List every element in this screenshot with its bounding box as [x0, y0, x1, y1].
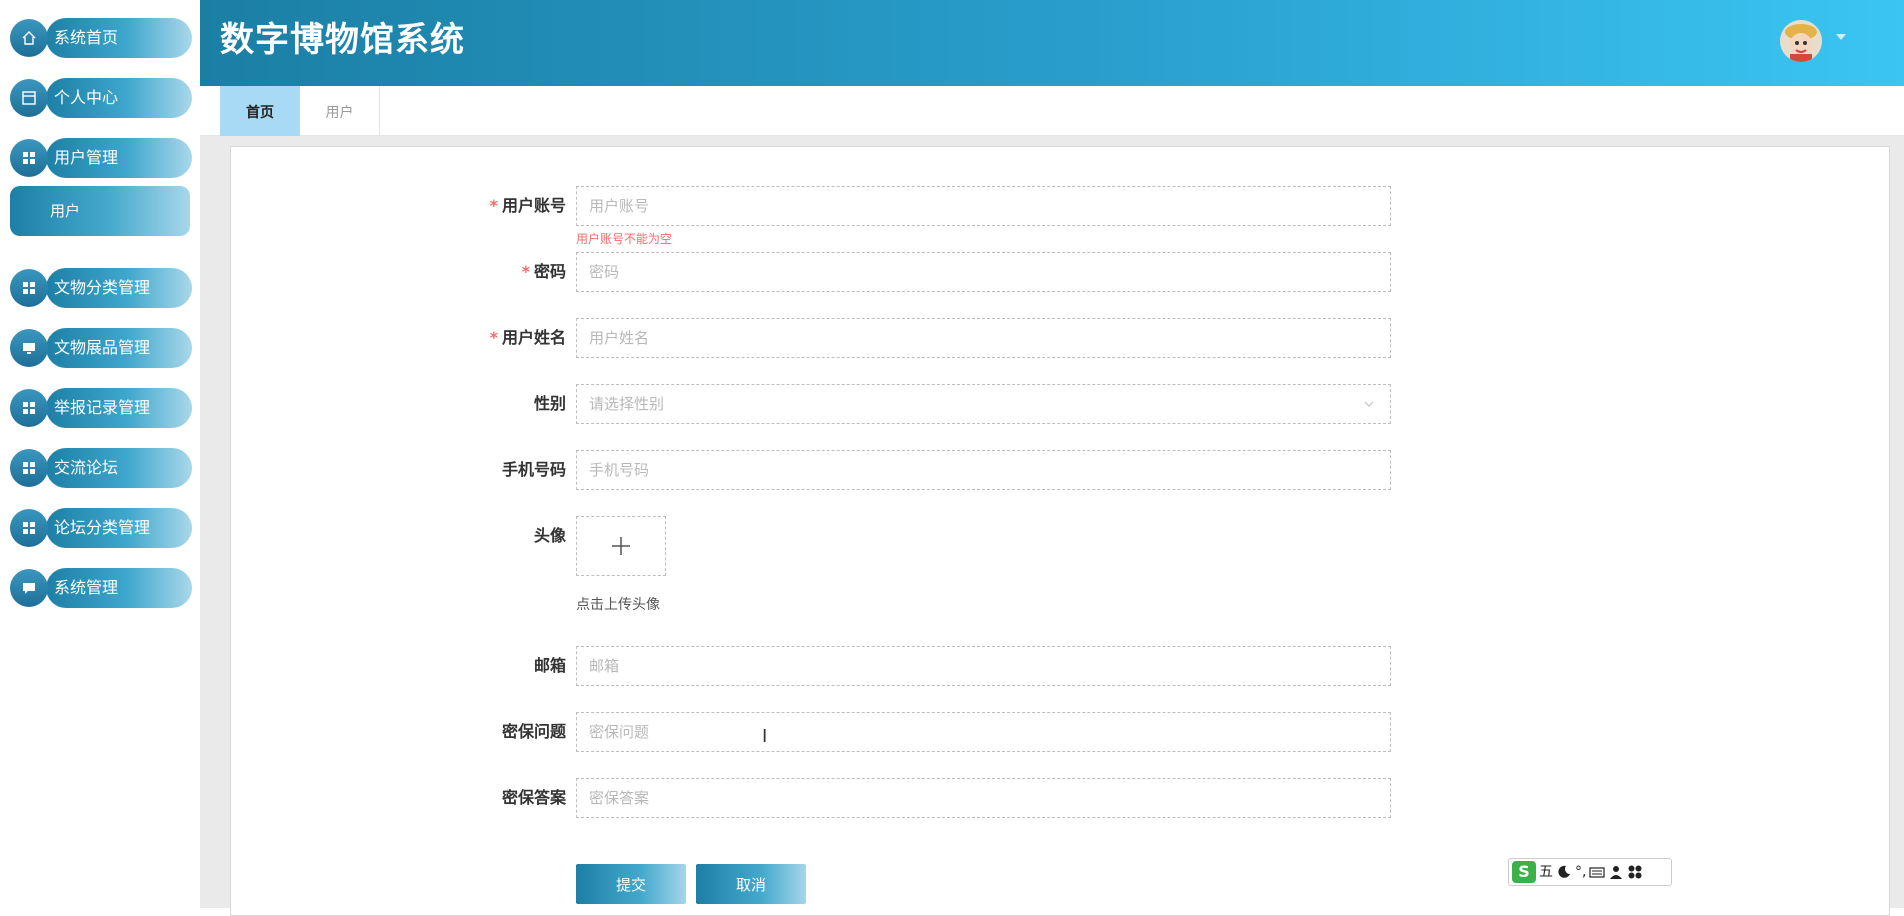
- avatar-icon: [1780, 20, 1822, 62]
- avatar-upload[interactable]: [576, 516, 666, 576]
- tab-user[interactable]: 用户: [300, 86, 380, 136]
- avatar-upload-hint: 点击上传头像: [576, 597, 660, 613]
- sidebar-item-system-management[interactable]: 系统管理: [10, 568, 192, 608]
- apps-icon[interactable]: [1627, 864, 1643, 880]
- sidebar-item-label: 系统管理: [54, 578, 119, 597]
- account-label: * 用户账号: [489, 196, 566, 215]
- user-icon[interactable]: [1608, 864, 1624, 880]
- sidebar-item-label: 用户管理: [54, 148, 119, 167]
- gender-label: 性别: [533, 394, 566, 413]
- email-input[interactable]: [576, 646, 1391, 686]
- sidebar: 系统首页 个人中心 用户管理 用户 文物分类管理 文物展品管理 举报记录管理 交…: [0, 0, 200, 908]
- grid-icon: [10, 509, 48, 547]
- moon-icon[interactable]: [1556, 864, 1572, 880]
- security-answer-input[interactable]: [576, 778, 1391, 818]
- caret-down-icon[interactable]: [1836, 34, 1846, 40]
- sidebar-subitem-label: 用户: [50, 202, 81, 220]
- sidebar-item-personal-center[interactable]: 个人中心: [10, 78, 192, 118]
- ime-logo-icon[interactable]: S: [1512, 861, 1536, 883]
- gender-placeholder: 请选择性别: [589, 395, 665, 413]
- cancel-button[interactable]: 取消: [696, 864, 806, 904]
- sidebar-item-relic-category[interactable]: 文物分类管理: [10, 268, 192, 308]
- account-error: 用户账号不能为空: [576, 232, 673, 246]
- grid-icon: [10, 389, 48, 427]
- grid-icon: [10, 139, 48, 177]
- keyboard-icon[interactable]: [1589, 864, 1606, 880]
- tab-home[interactable]: 首页: [220, 86, 300, 136]
- name-label: * 用户姓名: [489, 328, 566, 347]
- name-input[interactable]: [576, 318, 1391, 358]
- grid-icon: [10, 269, 48, 307]
- security-answer-label: 密保答案: [501, 788, 566, 807]
- phone-label: 手机号码: [501, 460, 566, 479]
- chat-icon: [10, 569, 48, 607]
- sidebar-item-forum-category[interactable]: 论坛分类管理: [10, 508, 192, 548]
- ime-punctuation[interactable]: °,: [1575, 861, 1586, 883]
- sidebar-item-label: 文物分类管理: [54, 278, 151, 297]
- phone-input[interactable]: [576, 450, 1391, 490]
- home-icon: [10, 19, 48, 57]
- tab-bar: 首页 用户: [200, 86, 1904, 136]
- sidebar-item-label: 个人中心: [54, 88, 119, 107]
- ime-toolbar[interactable]: S 五 °,: [1508, 858, 1672, 886]
- required-asterisk: *: [521, 262, 530, 281]
- ime-mode[interactable]: 五: [1539, 861, 1553, 883]
- text-cursor-icon: I: [762, 726, 768, 747]
- sidebar-item-report-records[interactable]: 举报记录管理: [10, 388, 192, 428]
- grid-icon: [10, 449, 48, 487]
- sidebar-subitem-user[interactable]: 用户: [10, 186, 190, 236]
- password-input[interactable]: [576, 252, 1391, 292]
- sidebar-item-label: 文物展品管理: [54, 338, 151, 357]
- sidebar-item-label: 系统首页: [54, 28, 119, 47]
- account-input[interactable]: [576, 186, 1391, 226]
- security-question-label: 密保问题: [501, 722, 566, 741]
- profile-card-icon: [10, 79, 48, 117]
- sidebar-item-user-management[interactable]: 用户管理: [10, 138, 192, 178]
- sidebar-item-label: 举报记录管理: [54, 398, 151, 417]
- security-question-input[interactable]: [576, 712, 1391, 752]
- password-label: * 密码: [521, 262, 566, 281]
- chevron-down-icon: [1364, 401, 1374, 407]
- required-asterisk: *: [489, 196, 498, 215]
- sidebar-item-label: 交流论坛: [54, 458, 119, 477]
- gender-select[interactable]: 请选择性别: [576, 384, 1391, 424]
- top-header: 数字博物馆系统: [200, 0, 1904, 86]
- app-title: 数字博物馆系统: [220, 20, 465, 60]
- user-avatar[interactable]: [1780, 20, 1822, 62]
- sidebar-item-label: 论坛分类管理: [54, 518, 151, 537]
- sidebar-item-forum[interactable]: 交流论坛: [10, 448, 192, 488]
- monitor-icon: [10, 329, 48, 367]
- required-asterisk: *: [489, 328, 498, 347]
- email-label: 邮箱: [533, 656, 566, 675]
- avatar-label: 头像: [533, 526, 566, 545]
- sidebar-item-home[interactable]: 系统首页: [10, 18, 192, 58]
- submit-button[interactable]: 提交: [576, 864, 686, 904]
- plus-icon: [612, 537, 630, 555]
- sidebar-item-exhibit-management[interactable]: 文物展品管理: [10, 328, 192, 368]
